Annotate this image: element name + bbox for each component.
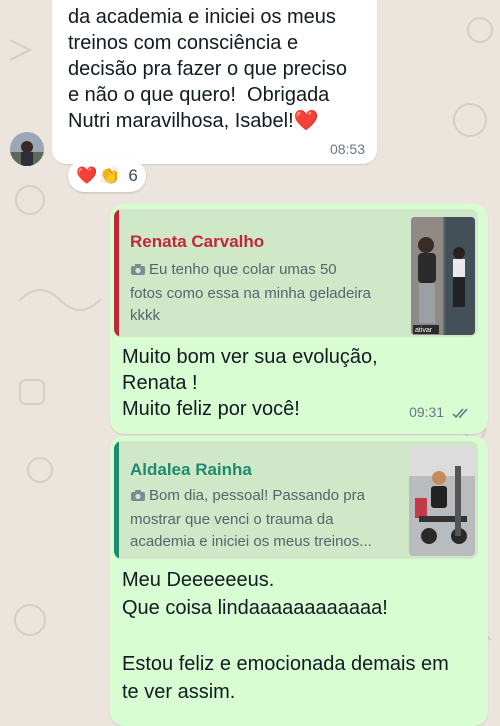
reaction-count: 6 [128,166,138,185]
sender-avatar[interactable] [10,132,44,166]
camera-icon [130,261,146,283]
message-text: da academia e iniciei os meus treinos co… [68,6,348,132]
quote-accent-bar [114,209,119,337]
clap-reaction-icon: 👏 [99,166,121,185]
message-time: 09:31 [409,404,470,422]
message-time: 08:53 [329,141,365,157]
read-ticks-icon [452,406,470,422]
quote-author: Aldalea Rainha [130,460,252,479]
outgoing-message-bubble[interactable]: Renata Carvalho Eu tenho que colar umas … [110,204,488,434]
avatar-photo-icon [10,132,44,166]
heart-reaction-icon: ❤️ [76,166,98,185]
quote-thumbnail [409,446,475,556]
message-text: Meu Deeeeeeus. Que coisa lindaaaaaaaaaaa… [122,569,449,703]
quote-thumbnail: ativar [411,217,475,335]
quoted-message[interactable]: Aldalea Rainha Bom dia, pessoal! Passand… [114,441,478,559]
message-reactions[interactable]: ❤️ 👏 6 [68,160,146,192]
camera-icon [130,487,146,509]
quote-author: Renata Carvalho [130,232,265,251]
incoming-message-bubble[interactable]: da academia e iniciei os meus treinos co… [52,0,377,164]
quoted-message[interactable]: Renata Carvalho Eu tenho que colar umas … [114,209,478,337]
quote-accent-bar [114,441,119,559]
thumbnail-label: ativar [415,327,433,334]
heart-emoji: ❤️ [293,110,319,132]
quote-text: Bom dia, pessoal! Passando pra mostrar q… [130,487,372,550]
outgoing-message-bubble[interactable]: Aldalea Rainha Bom dia, pessoal! Passand… [110,436,488,726]
quote-text: Eu tenho que colar umas 50 fotos como es… [130,261,371,324]
